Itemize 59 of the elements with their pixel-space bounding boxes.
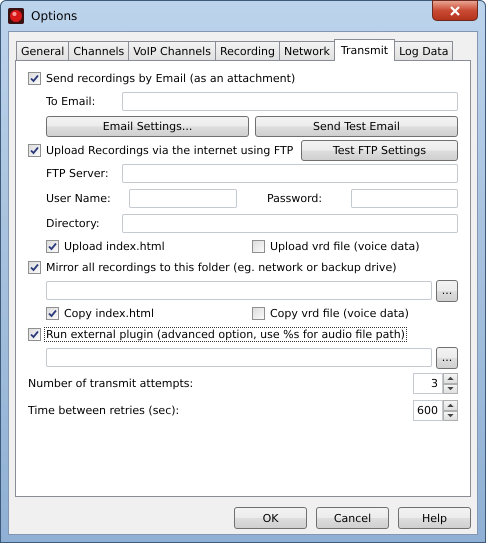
button[interactable]: Email Settings... xyxy=(46,116,249,137)
checkbox-label: Upload Recordings via the internet using FTP xyxy=(45,142,294,158)
checkbox[interactable] xyxy=(28,328,41,340)
field-label: To Email: xyxy=(46,95,96,108)
field-label: Directory: xyxy=(46,217,101,230)
button[interactable]: ... xyxy=(436,346,458,368)
checkbox[interactable] xyxy=(252,306,265,320)
spin-down-button[interactable] xyxy=(443,410,458,421)
tab[interactable]: Channels xyxy=(68,41,130,60)
window-title: Options xyxy=(31,9,78,23)
input-field[interactable] xyxy=(122,92,458,111)
down-arrow-icon xyxy=(447,386,454,391)
field-label: Time between retries (sec): xyxy=(28,404,180,417)
checkbox-label: Copy vrd file (voice data) xyxy=(269,306,410,320)
checkbox-label: Send recordings by Email (as an attachment) xyxy=(45,70,296,86)
tab[interactable]: Network xyxy=(278,41,335,60)
button[interactable]: Send Test Email xyxy=(255,116,458,137)
button[interactable]: Help xyxy=(398,507,471,529)
tab[interactable]: Recording xyxy=(214,41,280,60)
checkbox-label: Upload vrd file (voice data) xyxy=(269,238,421,254)
checkbox[interactable] xyxy=(46,240,59,252)
button[interactable]: ... xyxy=(436,280,458,302)
spin-up-button[interactable] xyxy=(443,373,458,384)
button[interactable]: Test FTP Settings xyxy=(301,140,458,160)
tab[interactable]: Transmit xyxy=(334,39,396,61)
down-arrow-icon xyxy=(447,414,454,418)
close-icon xyxy=(450,6,460,16)
field-label: User Name: xyxy=(46,192,112,205)
spin-up-button[interactable] xyxy=(443,400,458,410)
checkbox[interactable] xyxy=(46,306,59,320)
button[interactable]: OK xyxy=(234,507,307,529)
checkbox-label: Run external plugin (advanced option, use %s for audio file path) xyxy=(44,326,407,342)
button[interactable]: Cancel xyxy=(316,507,389,529)
number-field[interactable]: 3 xyxy=(413,373,443,394)
checkbox-label: Mirror all recordings to this folder (eg. network or backup drive) xyxy=(45,260,398,274)
input-field[interactable] xyxy=(351,189,458,208)
up-arrow-icon xyxy=(447,376,454,380)
input-field[interactable] xyxy=(129,189,237,208)
checkbox[interactable] xyxy=(28,72,41,84)
up-arrow-icon xyxy=(447,403,454,408)
input-field[interactable] xyxy=(122,164,458,183)
tab[interactable]: VoIP Channels xyxy=(128,41,216,60)
input-field[interactable] xyxy=(46,281,432,300)
checkbox[interactable] xyxy=(28,260,41,274)
tab[interactable]: General xyxy=(16,41,70,60)
tab[interactable]: Log Data xyxy=(394,41,454,60)
checkbox-label: Upload index.html xyxy=(63,238,166,254)
close-button[interactable] xyxy=(432,0,478,21)
checkbox-label: Copy index.html xyxy=(63,306,156,320)
input-field[interactable] xyxy=(122,214,458,233)
field-label: FTP Server: xyxy=(46,167,110,180)
input-field[interactable] xyxy=(46,348,432,367)
field-label: Password: xyxy=(266,192,324,205)
checkbox[interactable] xyxy=(252,240,265,252)
spin-down-button[interactable] xyxy=(443,384,458,394)
field-label: Number of transmit attempts: xyxy=(28,377,194,390)
number-field[interactable]: 600 xyxy=(413,400,443,421)
app-icon xyxy=(8,8,24,24)
checkbox[interactable] xyxy=(28,144,41,156)
